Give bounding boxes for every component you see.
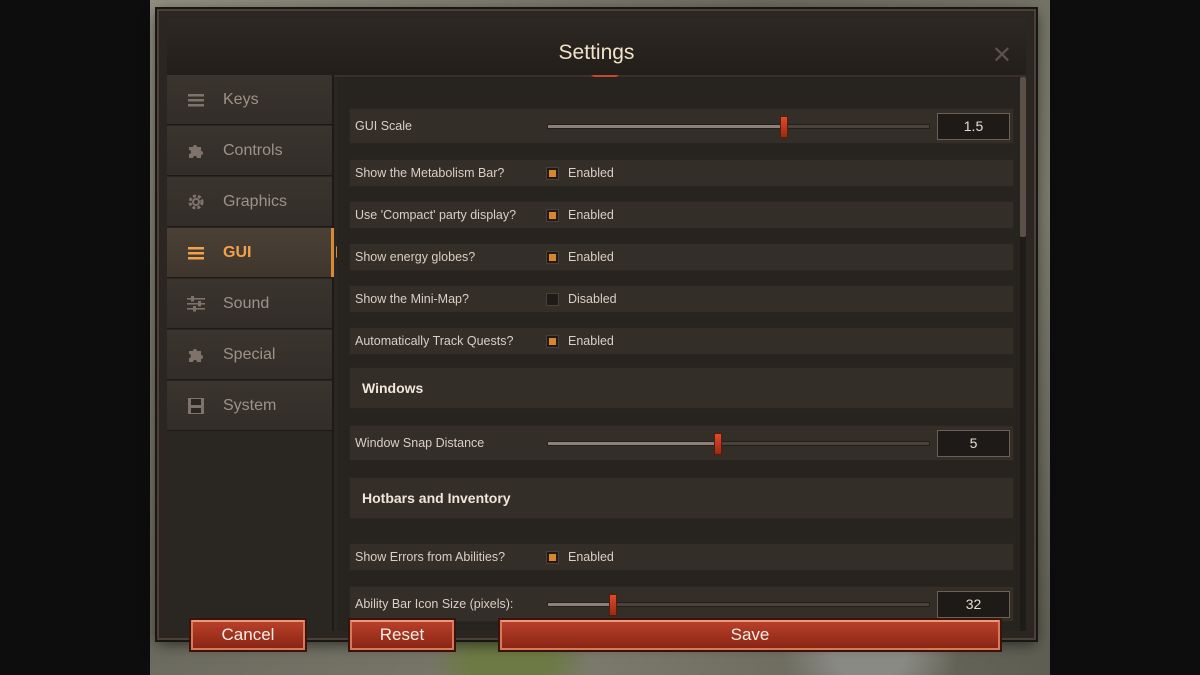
windows-section-header: Windows: [349, 367, 1014, 409]
slider-thumb[interactable]: [713, 433, 722, 455]
slider-thumb[interactable]: [780, 116, 789, 138]
track-quests-label: Automatically Track Quests?: [355, 334, 514, 348]
sidebar-item-controls[interactable]: Controls: [167, 126, 332, 176]
icon-size-label: Ability Bar Icon Size (pixels):: [355, 597, 514, 611]
slider-fill: [548, 125, 785, 128]
metabolism-label: Show the Metabolism Bar?: [355, 166, 505, 180]
sidebar-item-label: Graphics: [223, 192, 288, 210]
compact-party-state: Enabled: [568, 208, 614, 222]
sidebar-item-system[interactable]: System: [167, 381, 332, 431]
metabolism-state: Enabled: [568, 166, 614, 180]
hotbars-section-header: Hotbars and Inventory: [349, 477, 1014, 519]
sidebar-item-graphics[interactable]: Graphics: [167, 177, 332, 227]
show-errors-row: Show Errors from Abilities? Enabled: [349, 543, 1014, 571]
mini-map-checkbox[interactable]: [546, 293, 559, 306]
sidebar-item-special[interactable]: Special: [167, 330, 332, 380]
sliders-icon: [185, 294, 207, 314]
section-title: Hotbars and Inventory: [362, 490, 511, 506]
show-errors-state: Enabled: [568, 550, 614, 564]
sidebar-item-label: Controls: [223, 141, 283, 159]
snap-distance-value[interactable]: 5: [937, 430, 1010, 457]
save-icon: [185, 396, 207, 416]
sidebar-item-label: Special: [223, 345, 276, 363]
cancel-button[interactable]: Cancel: [191, 620, 305, 650]
reset-button[interactable]: Reset: [350, 620, 454, 650]
show-errors-label: Show Errors from Abilities?: [355, 550, 506, 564]
track-quests-checkbox[interactable]: [546, 335, 559, 348]
content-scrollbar[interactable]: [1020, 77, 1026, 631]
puzzle-icon: [185, 345, 207, 365]
list-icon: [185, 90, 207, 110]
settings-window: Settings ✕ Keys Controls Graphics GUI So…: [157, 9, 1036, 640]
gui-scale-label: GUI Scale: [355, 119, 412, 133]
energy-globes-label: Show energy globes?: [355, 250, 476, 264]
gui-scale-value[interactable]: 1.5: [937, 113, 1010, 140]
snap-distance-label: Window Snap Distance: [355, 436, 485, 450]
energy-globes-checkbox[interactable]: [546, 251, 559, 264]
close-icon[interactable]: ✕: [992, 43, 1012, 67]
letterbox-right: [1050, 0, 1200, 675]
scrollbar-thumb[interactable]: [1020, 77, 1026, 237]
track-quests-row: Automatically Track Quests? Enabled: [349, 327, 1014, 355]
slider-fill: [548, 442, 718, 445]
snap-distance-slider[interactable]: [547, 433, 930, 455]
sidebar-item-label: Keys: [223, 90, 259, 108]
mini-map-row: Show the Mini-Map? Disabled: [349, 285, 1014, 313]
puzzle-icon: [185, 141, 207, 161]
snap-distance-row: Window Snap Distance 5: [349, 425, 1014, 461]
icon-size-row: Ability Bar Icon Size (pixels): 32: [349, 586, 1014, 622]
compact-party-row: Use 'Compact' party display? Enabled: [349, 201, 1014, 229]
compact-party-label: Use 'Compact' party display?: [355, 208, 517, 222]
save-button[interactable]: Save: [500, 620, 1000, 650]
mini-map-state: Disabled: [568, 292, 617, 306]
window-title: Settings: [558, 41, 635, 64]
letterbox-left: [0, 0, 150, 675]
show-errors-checkbox[interactable]: [546, 551, 559, 564]
compact-party-checkbox[interactable]: [546, 209, 559, 222]
slider-thumb[interactable]: [608, 594, 617, 616]
slider-fill: [548, 603, 613, 606]
gui-scale-slider[interactable]: [547, 116, 930, 138]
settings-content: GUI Scale 1.5 Show the Metabolism Bar? E…: [337, 77, 1020, 631]
sidebar-item-sound[interactable]: Sound: [167, 279, 332, 329]
sidebar-item-label: GUI: [223, 243, 252, 261]
list-icon: [185, 243, 207, 263]
metabolism-row: Show the Metabolism Bar? Enabled: [349, 159, 1014, 187]
energy-globes-row: Show energy globes? Enabled: [349, 243, 1014, 271]
energy-globes-state: Enabled: [568, 250, 614, 264]
section-title: Windows: [362, 380, 424, 396]
gear-icon: [185, 192, 207, 212]
sidebar-item-label: Sound: [223, 294, 270, 312]
gui-scale-row: GUI Scale 1.5: [349, 108, 1014, 144]
icon-size-value[interactable]: 32: [937, 591, 1010, 618]
icon-size-slider[interactable]: [547, 594, 930, 616]
sidebar-item-label: System: [223, 396, 277, 414]
sidebar-item-keys[interactable]: Keys: [167, 75, 332, 125]
mini-map-label: Show the Mini-Map?: [355, 292, 469, 306]
settings-sidebar: Keys Controls Graphics GUI Sound Special…: [167, 75, 344, 631]
track-quests-state: Enabled: [568, 334, 614, 348]
title-bar: Settings ✕: [167, 19, 1026, 85]
sidebar-item-gui[interactable]: GUI: [167, 228, 344, 278]
metabolism-checkbox[interactable]: [546, 167, 559, 180]
